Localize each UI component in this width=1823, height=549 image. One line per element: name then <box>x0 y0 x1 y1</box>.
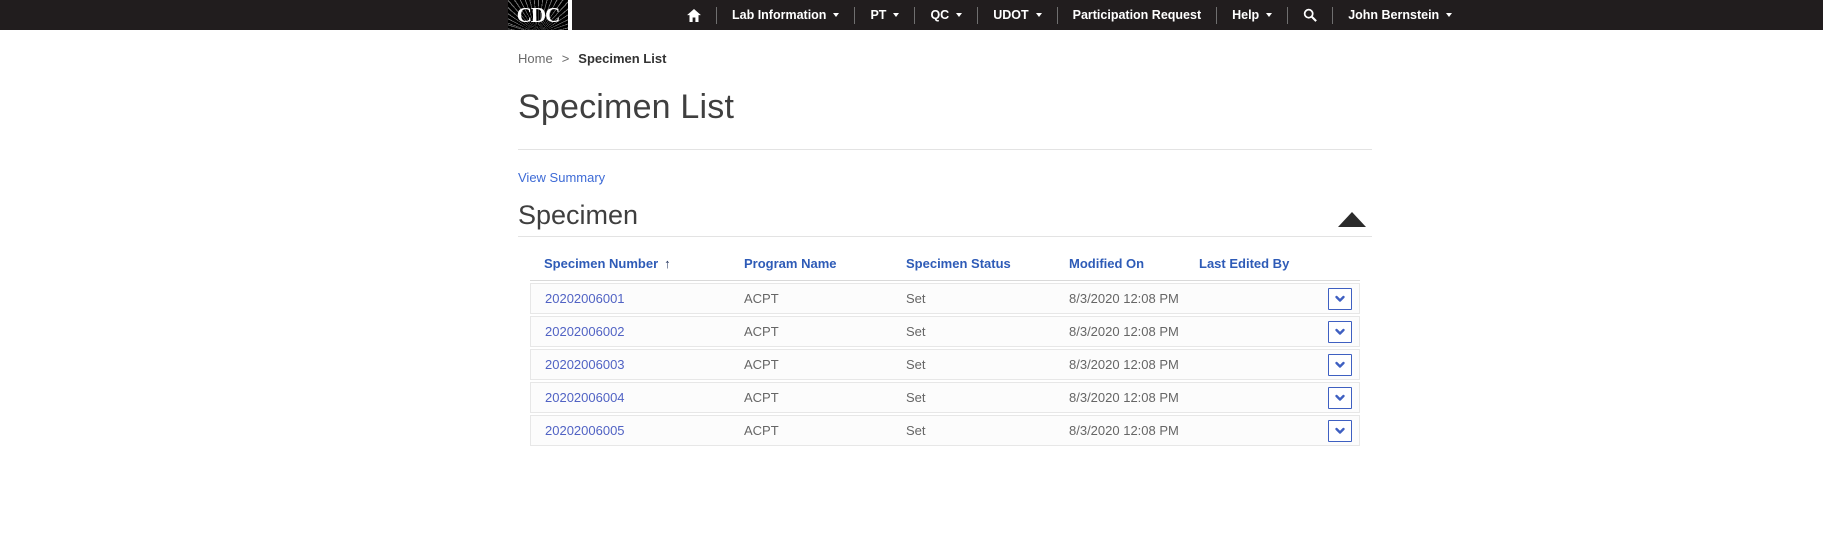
modified-on-cell: 8/3/2020 12:08 PM <box>1055 283 1185 314</box>
program-name-cell: ACPT <box>730 382 892 413</box>
row-actions-dropdown-button[interactable] <box>1328 420 1352 442</box>
nav-lab-information[interactable]: Lab Information <box>717 0 854 30</box>
table-row: 20202006004 ACPT Set 8/3/2020 12:08 PM <box>530 382 1360 413</box>
navbar-inner: CDC Lab Information PT QC <box>0 0 1823 30</box>
nav-help-label: Help <box>1232 8 1259 22</box>
search-button[interactable] <box>1288 0 1332 30</box>
chevron-down-icon <box>1036 13 1042 17</box>
breadcrumb: Home > Specimen List <box>518 51 1372 66</box>
nav-participation-request[interactable]: Participation Request <box>1058 0 1217 30</box>
specimen-status-cell: Set <box>892 349 1055 380</box>
program-name-cell: ACPT <box>730 316 892 347</box>
column-header-program-name[interactable]: Program Name <box>730 252 892 281</box>
specimen-number-link[interactable]: 20202006001 <box>545 291 625 306</box>
specimen-status-cell: Set <box>892 382 1055 413</box>
specimen-section-header: Specimen <box>518 199 1372 237</box>
modified-on-cell: 8/3/2020 12:08 PM <box>1055 415 1185 446</box>
specimen-status-cell: Set <box>892 283 1055 314</box>
last-edited-by-cell <box>1185 283 1315 314</box>
page-content: Home > Specimen List Specimen List View … <box>518 51 1372 448</box>
triangle-up-icon <box>1338 212 1366 227</box>
breadcrumb-current: Specimen List <box>578 51 666 66</box>
nav-udot[interactable]: UDOT <box>978 0 1056 30</box>
row-actions-dropdown-button[interactable] <box>1328 354 1352 376</box>
chevron-down-icon <box>1334 392 1346 404</box>
column-header-specimen-status[interactable]: Specimen Status <box>892 252 1055 281</box>
top-navbar: CDC Lab Information PT QC <box>0 0 1823 30</box>
program-name-cell: ACPT <box>730 415 892 446</box>
last-edited-by-cell <box>1185 349 1315 380</box>
chevron-down-icon <box>893 13 899 17</box>
breadcrumb-home-link[interactable]: Home <box>518 51 553 66</box>
specimen-table: Specimen Number↑ Program Name Specimen S… <box>530 250 1360 448</box>
chevron-down-icon <box>1334 425 1346 437</box>
modified-on-cell: 8/3/2020 12:08 PM <box>1055 316 1185 347</box>
chevron-down-icon <box>1334 326 1346 338</box>
section-title: Specimen <box>518 199 638 231</box>
chevron-down-icon <box>833 13 839 17</box>
page-title: Specimen List <box>518 87 1372 128</box>
chevron-down-icon <box>1446 13 1452 17</box>
home-button[interactable] <box>672 0 716 30</box>
cdc-logo-bar <box>568 0 572 30</box>
table-row: 20202006003 ACPT Set 8/3/2020 12:08 PM <box>530 349 1360 380</box>
chevron-down-icon <box>1334 359 1346 371</box>
nav-qc[interactable]: QC <box>915 0 977 30</box>
table-row: 20202006002 ACPT Set 8/3/2020 12:08 PM <box>530 316 1360 347</box>
row-actions-dropdown-button[interactable] <box>1328 387 1352 409</box>
specimen-number-link[interactable]: 20202006005 <box>545 423 625 438</box>
table-row: 20202006001 ACPT Set 8/3/2020 12:08 PM <box>530 283 1360 314</box>
actions-column-header <box>1315 252 1360 281</box>
nav-pt-label: PT <box>870 8 886 22</box>
chevron-down-icon <box>1266 13 1272 17</box>
title-divider <box>518 149 1372 150</box>
specimen-number-link[interactable]: 20202006003 <box>545 357 625 372</box>
collapse-section-button[interactable] <box>1338 212 1366 227</box>
last-edited-by-cell <box>1185 316 1315 347</box>
column-header-specimen-number[interactable]: Specimen Number↑ <box>530 252 730 281</box>
nav-pt[interactable]: PT <box>855 0 914 30</box>
column-header-modified-on[interactable]: Modified On <box>1055 252 1185 281</box>
cdc-logo-text: CDC <box>517 3 560 28</box>
chevron-down-icon <box>956 13 962 17</box>
user-menu[interactable]: John Bernstein <box>1333 0 1467 30</box>
program-name-cell: ACPT <box>730 283 892 314</box>
sort-ascending-icon: ↑ <box>664 256 671 271</box>
modified-on-cell: 8/3/2020 12:08 PM <box>1055 349 1185 380</box>
cdc-logo[interactable]: CDC <box>508 0 568 30</box>
user-name-label: John Bernstein <box>1348 8 1439 22</box>
table-row: 20202006005 ACPT Set 8/3/2020 12:08 PM <box>530 415 1360 446</box>
nav-lab-information-label: Lab Information <box>732 8 826 22</box>
row-actions-dropdown-button[interactable] <box>1328 288 1352 310</box>
home-icon <box>687 9 701 22</box>
nav-help[interactable]: Help <box>1217 0 1287 30</box>
row-actions-dropdown-button[interactable] <box>1328 321 1352 343</box>
view-summary-link[interactable]: View Summary <box>518 170 605 185</box>
column-header-last-edited-by[interactable]: Last Edited By <box>1185 252 1315 281</box>
main-nav: Lab Information PT QC UDOT Participation… <box>672 0 1467 30</box>
last-edited-by-cell <box>1185 415 1315 446</box>
program-name-cell: ACPT <box>730 349 892 380</box>
last-edited-by-cell <box>1185 382 1315 413</box>
specimen-status-cell: Set <box>892 415 1055 446</box>
modified-on-cell: 8/3/2020 12:08 PM <box>1055 382 1185 413</box>
table-header-row: Specimen Number↑ Program Name Specimen S… <box>530 252 1360 281</box>
chevron-down-icon <box>1334 293 1346 305</box>
nav-udot-label: UDOT <box>993 8 1028 22</box>
nav-participation-request-label: Participation Request <box>1073 8 1202 22</box>
nav-qc-label: QC <box>930 8 949 22</box>
specimen-status-cell: Set <box>892 316 1055 347</box>
search-icon <box>1303 8 1317 22</box>
specimen-number-link[interactable]: 20202006002 <box>545 324 625 339</box>
breadcrumb-separator: > <box>562 51 570 66</box>
specimen-number-link[interactable]: 20202006004 <box>545 390 625 405</box>
